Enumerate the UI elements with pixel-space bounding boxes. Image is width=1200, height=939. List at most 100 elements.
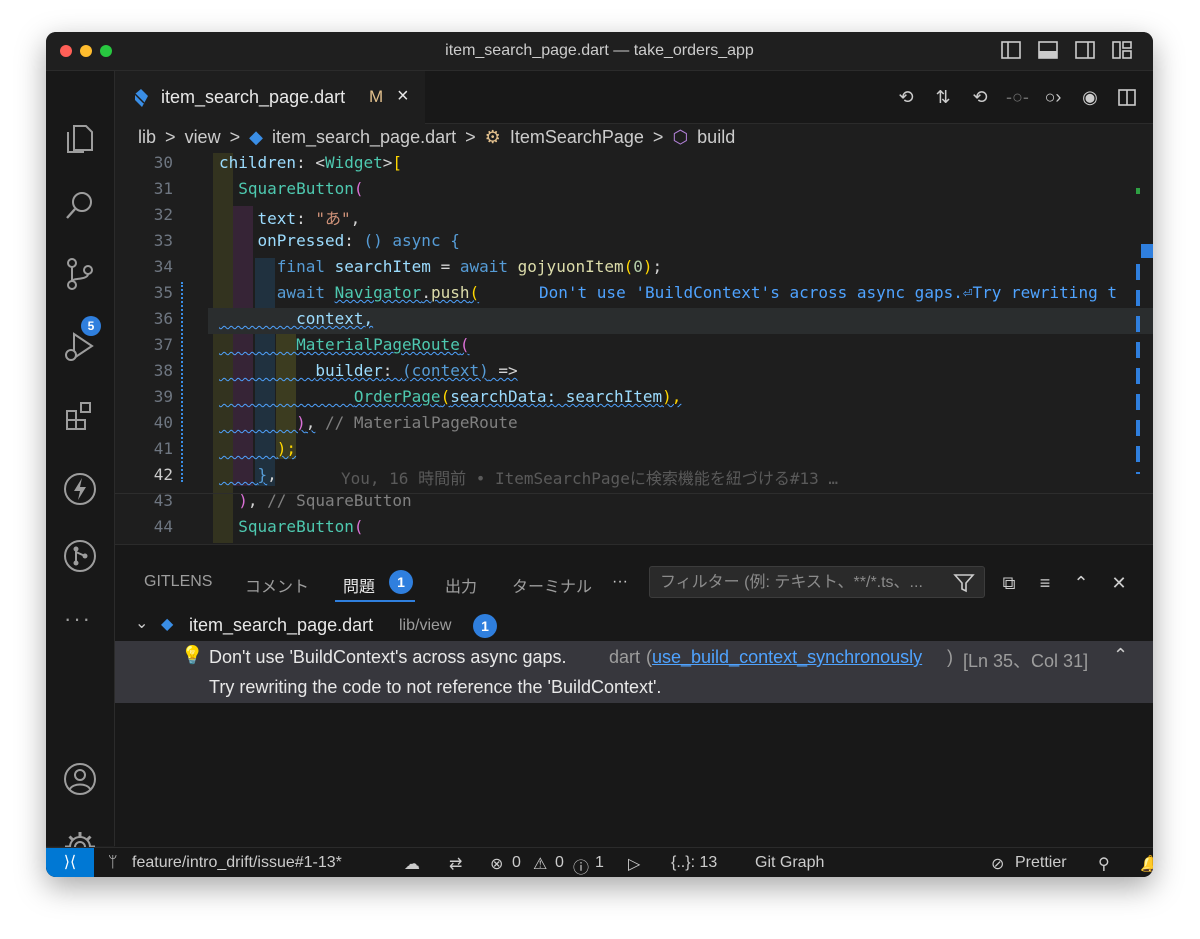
copilot-icon[interactable]: ⚲ <box>1098 854 1110 874</box>
tab-terminal[interactable]: ターミナル <box>512 573 592 597</box>
code-line: builder: (context) => <box>315 361 518 380</box>
breadcrumb: lib > view > ◆ item_search_page.dart > ⚙… <box>138 127 739 148</box>
next-revision-icon[interactable]: ○› <box>1043 87 1063 107</box>
chevron-down-icon: ⌄ <box>135 615 149 632</box>
method-symbol-icon: ⬡ <box>672 127 689 147</box>
line-number: 44 <box>153 517 173 536</box>
toggle-secondary-sidebar-icon[interactable] <box>1075 41 1095 59</box>
code-line: ); <box>276 439 297 458</box>
code-line: text: "あ", <box>257 209 361 228</box>
toggle-panel-icon[interactable] <box>1038 41 1058 59</box>
tab-close-icon[interactable]: × <box>397 85 409 108</box>
line-number: 36 <box>153 309 173 328</box>
code-line: final searchItem = await gojyuonItem(0); <box>276 257 663 276</box>
code-line: await Navigator.push( <box>276 283 480 302</box>
status-bar: ⟩⟨ ᛘ feature/intro_drift/issue#1-13* ☁ ⇄… <box>46 847 1153 877</box>
line-number: 38 <box>153 361 173 380</box>
more-tabs-icon[interactable]: ··· <box>612 573 628 591</box>
git-compare-icon[interactable]: ⇄ <box>449 854 462 874</box>
problem-rule-link[interactable]: use_build_context_synchronously <box>652 647 922 668</box>
split-editor-icon[interactable] <box>1118 89 1136 106</box>
timeline-history-icon[interactable]: ⟲ <box>896 87 916 107</box>
toggle-primary-sidebar-icon[interactable] <box>1001 41 1021 59</box>
problem-file-path: lib/view <box>399 617 452 634</box>
active-tab-indicator <box>335 600 415 602</box>
breadcrumb-file[interactable]: item_search_page.dart <box>272 127 456 147</box>
line-number: 30 <box>153 153 173 172</box>
more-views-icon[interactable]: ··· <box>64 606 92 632</box>
problem-source: dart <box>609 647 641 667</box>
symbols-count[interactable]: {..}: 13 <box>671 854 717 872</box>
collapse-all-icon[interactable]: ⧉ <box>998 573 1020 594</box>
debug-icon[interactable]: ▷ <box>628 854 640 874</box>
accounts-icon[interactable] <box>62 761 98 797</box>
problems-filter-input[interactable]: フィルター (例: テキスト、**/*.ts、... <box>649 566 985 598</box>
maximize-panel-icon[interactable]: ⌃ <box>1070 573 1092 594</box>
explorer-icon[interactable] <box>62 120 98 156</box>
errors-count[interactable]: 0 <box>512 854 521 872</box>
gitlens-inspect-icon[interactable]: ◉ <box>1080 87 1100 107</box>
close-panel-icon[interactable]: ✕ <box>1108 573 1130 594</box>
breadcrumb-lib[interactable]: lib <box>138 127 156 147</box>
source-control-icon[interactable] <box>62 256 98 292</box>
git-graph-button[interactable]: Git Graph <box>755 854 824 872</box>
tab-output[interactable]: 出力 <box>445 573 477 597</box>
info-icon[interactable]: ⓘ <box>573 854 589 877</box>
tab-label: item_search_page.dart <box>161 87 346 107</box>
lightbulb-icon[interactable]: 💡 <box>181 645 203 666</box>
problem-detail: Try rewriting the code to not reference … <box>209 677 662 697</box>
sync-cloud-icon[interactable]: ☁ <box>404 854 420 874</box>
run-debug-icon[interactable] <box>62 328 98 364</box>
git-change-gutter <box>181 282 185 482</box>
branch-name[interactable]: feature/intro_drift/issue#1-13* <box>132 854 342 872</box>
revision-dot-icon[interactable]: -○- <box>1006 87 1029 107</box>
class-symbol-icon: ⚙ <box>484 127 501 147</box>
warnings-icon[interactable]: ⚠ <box>533 854 547 874</box>
problem-message: Don't use 'BuildContext's across async g… <box>209 647 567 667</box>
breadcrumb-view[interactable]: view <box>185 127 221 147</box>
vscode-window: item_search_page.dart — take_orders_app … <box>46 32 1153 877</box>
breadcrumb-separator: > <box>165 127 176 147</box>
minimap-marker <box>1136 188 1140 194</box>
tab-comments[interactable]: コメント <box>245 573 309 597</box>
tab-gitlens[interactable]: GITLENS <box>144 573 212 591</box>
breadcrumb-method[interactable]: build <box>697 127 735 147</box>
gitlens-icon[interactable] <box>62 538 98 574</box>
scrollbar-slider[interactable] <box>1141 244 1153 258</box>
code-line: context, <box>219 309 374 328</box>
open-changes-icon[interactable]: ⇅ <box>933 87 953 107</box>
breadcrumb-class[interactable]: ItemSearchPage <box>510 127 644 147</box>
remote-indicator-icon[interactable]: ⟩⟨ <box>46 848 94 877</box>
extensions-icon[interactable] <box>62 398 98 434</box>
customize-layout-icon[interactable] <box>1112 41 1132 59</box>
line-number: 32 <box>153 205 173 224</box>
filter-icon[interactable] <box>953 573 975 593</box>
warnings-count[interactable]: 0 <box>555 854 564 872</box>
notifications-icon[interactable]: 🔔 <box>1140 854 1153 874</box>
line-number: 40 <box>153 413 173 432</box>
more-actions-icon[interactable]: ··· <box>1152 87 1153 107</box>
previous-revision-icon[interactable]: ⟲ <box>970 87 990 107</box>
code-editor[interactable]: 30 31 32 33 34 35 36 37 38 39 40 41 42 4… <box>115 148 1153 543</box>
filter-placeholder: フィルター (例: テキスト、**/*.ts、... <box>660 574 923 591</box>
prettier-label[interactable]: Prettier <box>1015 854 1067 872</box>
chevron-up-icon[interactable]: ⌃ <box>1113 645 1128 666</box>
code-line: }, <box>257 465 277 484</box>
view-as-list-icon[interactable]: ≡ <box>1034 573 1056 594</box>
line-number: 39 <box>153 387 173 406</box>
tab-problems[interactable]: 問題 <box>343 573 375 597</box>
lightning-icon[interactable] <box>62 471 98 507</box>
problem-item[interactable]: 💡 Don't use 'BuildContext's across async… <box>115 641 1153 703</box>
info-count[interactable]: 1 <box>595 854 604 872</box>
errors-icon[interactable]: ⊗ <box>490 854 503 874</box>
code-line: MaterialPageRoute( <box>296 335 470 354</box>
code-line: children: <Widget>[ <box>219 153 403 172</box>
dart-file-icon <box>134 89 148 107</box>
dart-file-icon: ◆ <box>161 616 174 633</box>
search-icon[interactable] <box>62 188 98 224</box>
editor-tab-bar: item_search_page.dart M × ⟲ ⇅ ⟲ -○- ○› ◉… <box>115 71 1153 124</box>
editor-tab[interactable]: item_search_page.dart M × <box>115 71 425 124</box>
problems-file-row[interactable]: ⌄ ◆ item_search_page.dart lib/view 1 <box>115 609 1153 641</box>
code-line: SquareButton( <box>238 517 364 536</box>
prettier-disabled-icon[interactable]: ⊘ <box>991 854 1004 874</box>
